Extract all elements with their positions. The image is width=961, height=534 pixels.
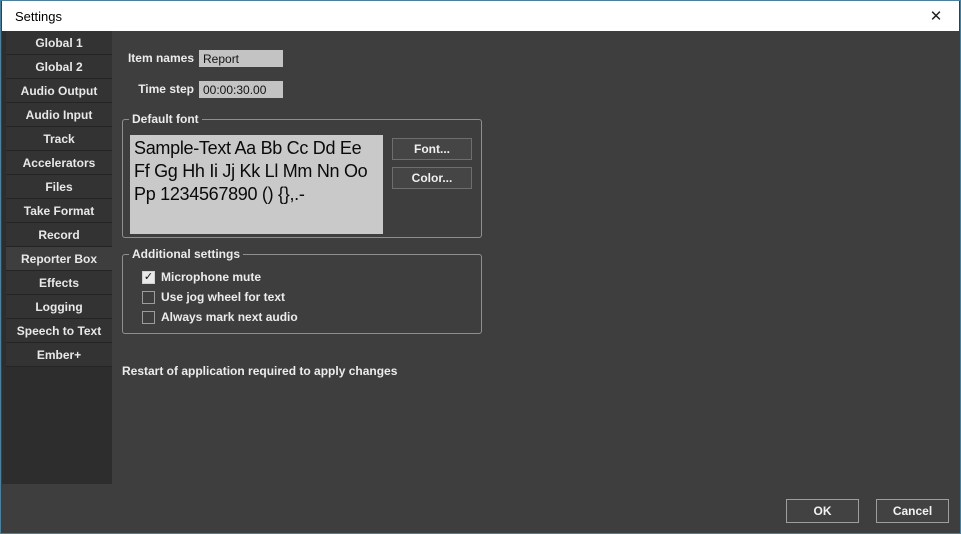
checkbox-label: Always mark next audio xyxy=(161,310,298,324)
sidebar-item-speech-to-text[interactable]: Speech to Text xyxy=(6,319,112,343)
unchecked-checkbox-icon[interactable] xyxy=(142,311,155,324)
checkbox-row-always-mark-next-audio[interactable]: Always mark next audio xyxy=(142,307,481,327)
sidebar: Global 1Global 2Audio OutputAudio InputT… xyxy=(2,31,112,484)
ok-button[interactable]: OK xyxy=(786,499,859,523)
color-button[interactable]: Color... xyxy=(392,167,472,189)
font-sample-preview: Sample-Text Aa Bb Cc Dd Ee Ff Gg Hh Ii J… xyxy=(130,135,383,234)
item-names-input[interactable] xyxy=(199,50,283,67)
sidebar-item-global-1[interactable]: Global 1 xyxy=(6,31,112,55)
sidebar-item-track[interactable]: Track xyxy=(6,127,112,151)
time-step-input[interactable] xyxy=(199,81,283,98)
checkbox-label: Microphone mute xyxy=(161,270,261,284)
additional-settings-legend: Additional settings xyxy=(129,247,243,261)
font-button[interactable]: Font... xyxy=(392,138,472,160)
additional-settings-group: Additional settings ✓ Microphone mute Use … xyxy=(122,247,482,334)
checked-checkbox-icon[interactable]: ✓ xyxy=(142,271,155,284)
default-font-legend: Default font xyxy=(129,112,202,126)
settings-window: Settings ✕ Global 1Global 2Audio OutputA… xyxy=(0,0,961,534)
sidebar-item-global-2[interactable]: Global 2 xyxy=(6,55,112,79)
sidebar-item-logging[interactable]: Logging xyxy=(6,295,112,319)
default-font-group: Default font Sample-Text Aa Bb Cc Dd Ee … xyxy=(122,112,482,238)
time-step-label: Time step xyxy=(122,81,194,98)
sidebar-item-record[interactable]: Record xyxy=(6,223,112,247)
sidebar-item-reporter-box[interactable]: Reporter Box xyxy=(6,247,112,271)
item-names-label: Item names xyxy=(122,50,194,67)
cancel-button[interactable]: Cancel xyxy=(876,499,949,523)
sidebar-item-files[interactable]: Files xyxy=(6,175,112,199)
sidebar-item-ember[interactable]: Ember+ xyxy=(6,343,112,367)
titlebar: Settings ✕ xyxy=(2,1,959,31)
checkbox-row-use-jog-wheel-for-text[interactable]: Use jog wheel for text xyxy=(142,287,481,307)
checkbox-label: Use jog wheel for text xyxy=(161,290,285,304)
restart-notice: Restart of application required to apply… xyxy=(122,364,397,378)
sidebar-item-audio-input[interactable]: Audio Input xyxy=(6,103,112,127)
window-title: Settings xyxy=(15,9,62,24)
sidebar-item-effects[interactable]: Effects xyxy=(6,271,112,295)
checkbox-row-microphone-mute[interactable]: ✓ Microphone mute xyxy=(142,267,481,287)
sidebar-item-audio-output[interactable]: Audio Output xyxy=(6,79,112,103)
sidebar-item-accelerators[interactable]: Accelerators xyxy=(6,151,112,175)
checkbox-list: ✓ Microphone mute Use jog wheel for text Al… xyxy=(123,261,481,327)
sidebar-item-take-format[interactable]: Take Format xyxy=(6,199,112,223)
unchecked-checkbox-icon[interactable] xyxy=(142,291,155,304)
main-panel: Item names Time step Default font Sample… xyxy=(112,31,959,532)
close-icon[interactable]: ✕ xyxy=(913,1,959,31)
